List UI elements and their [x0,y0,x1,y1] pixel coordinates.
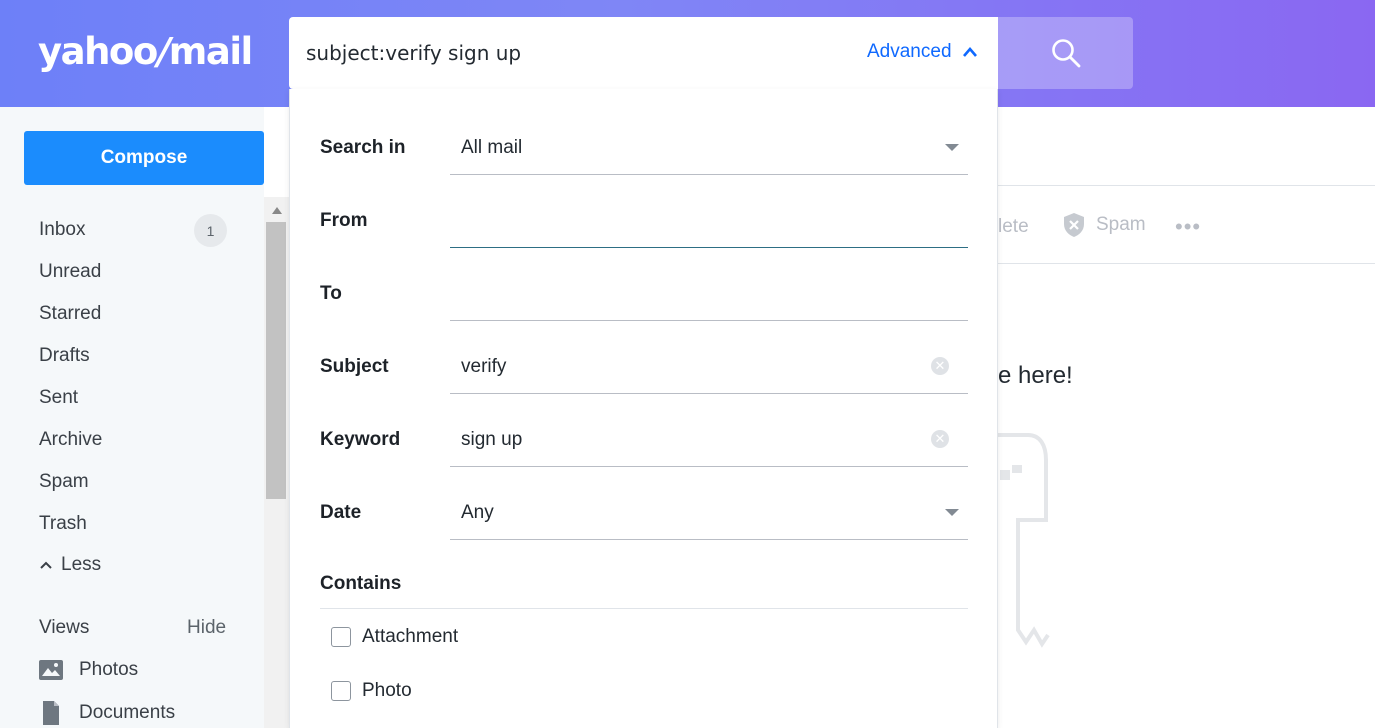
clear-subject-icon[interactable]: ✕ [931,357,949,375]
search-in-label: Search in [320,137,406,158]
advanced-search-panel: Search in All mail From To Subject verif… [289,89,998,728]
date-underline [450,539,968,540]
spam-label: Spam [1096,214,1146,235]
chevron-up-icon [962,47,977,57]
shield-x-icon [1064,213,1084,237]
inbox-unread-count: 1 [194,214,227,247]
date-select[interactable]: Any [461,502,494,524]
advanced-label: Advanced [867,41,952,62]
photos-label: Photos [79,659,139,680]
search-input[interactable] [306,41,826,65]
sidebar-item-photos[interactable]: Photos [39,659,138,681]
search-in-select[interactable]: All mail [461,137,522,159]
sidebar-item-starred[interactable]: Starred [39,303,101,325]
dropdown-arrow-icon[interactable] [945,509,959,516]
search-box: Advanced [289,17,998,89]
scroll-up-arrow-icon[interactable] [264,200,289,220]
document-icon [43,701,59,725]
views-hide-button[interactable]: Hide [187,617,226,639]
attachment-checkbox[interactable] [331,627,351,647]
delete-button[interactable]: lete [998,216,1029,238]
main-divider [998,185,1375,186]
date-label: Date [320,502,362,523]
attachment-label[interactable]: Attachment [362,626,458,648]
dropdown-arrow-icon[interactable] [945,144,959,151]
sidebar-item-sent[interactable]: Sent [39,387,78,409]
empty-state-message: e here! [998,362,1073,389]
photo-checkbox[interactable] [331,681,351,701]
documents-label: Documents [79,702,176,723]
sidebar: Compose Inbox 1 Unread Starred Drafts Se… [0,107,264,728]
main-divider [998,263,1375,264]
sidebar-item-unread[interactable]: Unread [39,261,101,283]
views-heading: Views [39,617,90,638]
keyword-field[interactable]: sign up [461,429,522,451]
contains-label: Contains [320,573,402,594]
chevron-up-icon [40,561,52,569]
search-in-underline [450,174,968,175]
clear-keyword-icon[interactable]: ✕ [931,430,949,448]
subject-field[interactable]: verify [461,356,506,378]
sidebar-item-documents[interactable]: Documents [39,701,175,725]
from-underline [450,247,968,248]
yahoo-mail-logo[interactable]: yahoo/mail [38,30,253,73]
sidebar-item-trash[interactable]: Trash [39,513,87,535]
less-toggle[interactable]: Less [39,554,101,576]
sidebar-item-drafts[interactable]: Drafts [39,345,90,367]
compose-button[interactable]: Compose [24,131,264,185]
keyword-label: Keyword [320,429,401,450]
sidebar-item-inbox[interactable]: Inbox [39,219,85,241]
spam-button[interactable]: Spam [1062,212,1146,238]
search-button[interactable] [998,17,1133,89]
to-underline [450,320,968,321]
advanced-search-toggle[interactable]: Advanced [867,41,978,63]
from-label: From [320,210,368,231]
keyword-underline [450,466,968,467]
sidebar-item-spam[interactable]: Spam [39,471,89,493]
to-label: To [320,283,342,304]
subject-label: Subject [320,356,389,377]
search-icon [1051,39,1080,68]
contains-divider [320,608,968,609]
photo-icon [39,660,63,680]
sidebar-scrollbar-thumb[interactable] [266,222,286,499]
photo-label[interactable]: Photo [362,680,412,702]
sidebar-item-archive[interactable]: Archive [39,429,102,451]
less-label: Less [61,554,102,575]
subject-underline [450,393,968,394]
empty-state-illustration [998,433,1050,648]
more-options-button[interactable]: ••• [1175,214,1201,240]
